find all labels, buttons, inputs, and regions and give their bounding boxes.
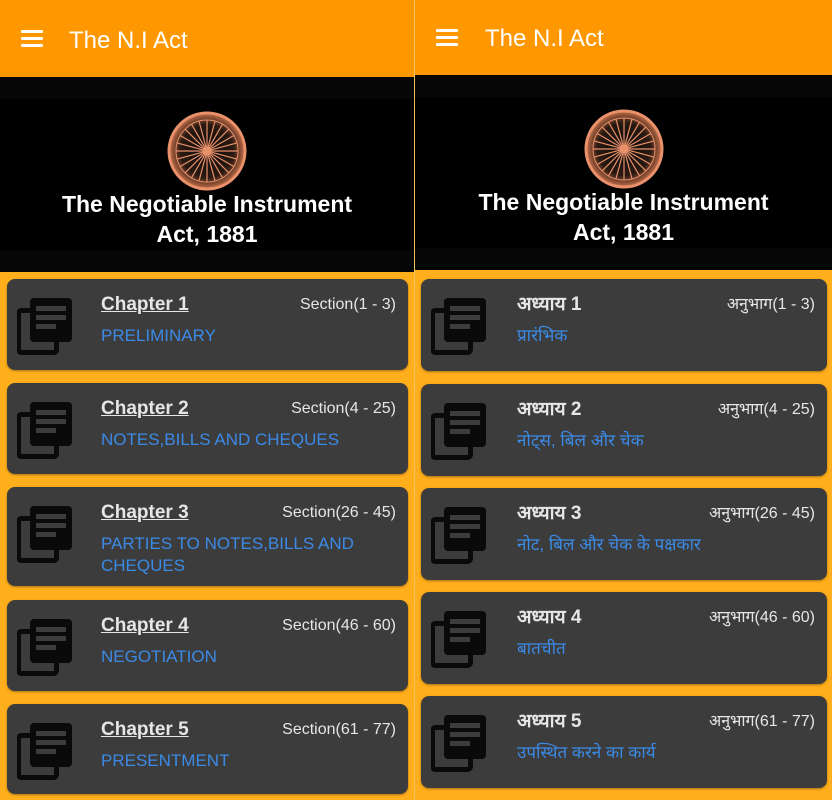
banner-strip	[0, 250, 414, 272]
section-range: अनुभाग(26 - 45)	[709, 505, 815, 522]
section-range: Section(26 - 45)	[282, 504, 396, 521]
chapter-title[interactable]: Chapter 3	[101, 501, 189, 525]
section-range: Section(46 - 60)	[282, 617, 396, 634]
chapter-description: नोट, बिल और चेक के पक्षकार	[517, 535, 701, 554]
section-range: Section(4 - 25)	[291, 400, 396, 417]
banner-strip	[415, 75, 832, 97]
library-books-icon	[17, 504, 73, 564]
chapter-title[interactable]: Chapter 2	[101, 397, 189, 421]
chapter-title[interactable]: Chapter 1	[101, 293, 189, 317]
menu-button[interactable]	[18, 26, 46, 50]
banner-title-line1: The Negotiable Instrument	[61, 191, 353, 217]
app-bar: The N.I Act	[415, 0, 832, 75]
header-banner: The Negotiable Instrument Act, 1881	[0, 77, 414, 272]
chapter-description: प्रारंभिक	[517, 326, 568, 345]
chapter-description: उपस्थित करने का कार्य	[517, 743, 656, 762]
chapter-title[interactable]: अध्याय 4	[517, 606, 581, 630]
chapter-card-2[interactable]: Chapter 2 Section(4 - 25) NOTES,BILLS AN…	[7, 383, 408, 474]
section-range: अनुभाग(46 - 60)	[709, 609, 815, 626]
chapter-description: NEGOTIATION	[101, 647, 217, 666]
chapter-title[interactable]: अध्याय 1	[517, 293, 581, 317]
banner-strip	[415, 248, 832, 270]
header-banner: The Negotiable Instrument Act, 1881	[415, 75, 832, 270]
chapter-card-3[interactable]: Chapter 3 Section(26 - 45) PARTIES TO NO…	[7, 487, 408, 586]
library-books-icon	[431, 713, 487, 773]
library-books-icon	[17, 400, 73, 460]
app-title: The N.I Act	[485, 25, 604, 52]
chapter-description: बातचीत	[517, 639, 566, 658]
section-range: अनुभाग(1 - 3)	[726, 296, 815, 313]
section-range: अनुभाग(61 - 77)	[709, 713, 815, 730]
menu-button[interactable]	[433, 25, 461, 49]
ashoka-chakra-emblem	[584, 109, 663, 189]
chapter-card-4[interactable]: अध्याय 4 अनुभाग(46 - 60) बातचीत	[421, 592, 827, 684]
chapter-description: PRELIMINARY	[101, 326, 216, 345]
screen-hindi: The N.I Act The Negotiable Instrument Ac…	[414, 0, 832, 800]
section-range: Section(1 - 3)	[299, 296, 396, 313]
library-books-icon	[17, 617, 73, 677]
chapter-description: PARTIES TO NOTES,BILLS AND CHEQUES	[101, 534, 354, 575]
chapter-card-2[interactable]: अध्याय 2 अनुभाग(4 - 25) नोट्स, बिल और चे…	[421, 384, 827, 476]
banner-title-line2: Act, 1881	[572, 219, 674, 245]
chapter-card-1[interactable]: अध्याय 1 अनुभाग(1 - 3) प्रारंभिक	[421, 279, 827, 371]
chapter-title[interactable]: Chapter 4	[101, 614, 189, 638]
ashoka-chakra-emblem	[167, 111, 247, 191]
chapter-card-3[interactable]: अध्याय 3 अनुभाग(26 - 45) नोट, बिल और चेक…	[421, 488, 827, 580]
chapter-description: नोट्स, बिल और चेक	[517, 431, 644, 450]
app-bar: The N.I Act	[0, 0, 414, 77]
library-books-icon	[17, 721, 73, 781]
library-books-icon	[431, 401, 487, 461]
chapter-card-5[interactable]: अध्याय 5 अनुभाग(61 - 77) उपस्थित करने का…	[421, 696, 827, 788]
chapter-description: PRESENTMENT	[101, 751, 230, 770]
library-books-icon	[17, 296, 73, 356]
chapter-card-5[interactable]: Chapter 5 Section(61 - 77) PRESENTMENT	[7, 704, 408, 794]
banner-strip	[0, 77, 414, 99]
chapter-description: NOTES,BILLS AND CHEQUES	[101, 430, 340, 449]
library-books-icon	[431, 296, 487, 356]
section-range: अनुभाग(4 - 25)	[717, 401, 815, 418]
library-books-icon	[431, 609, 487, 669]
chapter-title[interactable]: अध्याय 5	[517, 710, 581, 734]
chapter-card-4[interactable]: Chapter 4 Section(46 - 60) NEGOTIATION	[7, 600, 408, 691]
app-title: The N.I Act	[69, 27, 188, 54]
chapter-title[interactable]: अध्याय 2	[517, 398, 581, 422]
chapter-card-1[interactable]: Chapter 1 Section(1 - 3) PRELIMINARY	[7, 279, 408, 370]
banner-title-line1: The Negotiable Instrument	[478, 189, 769, 215]
section-range: Section(61 - 77)	[282, 721, 396, 738]
chapter-title[interactable]: Chapter 5	[101, 718, 189, 742]
screen-english: The N.I Act The Negotiable Instrument Ac…	[0, 0, 414, 800]
banner-title: The Negotiable Instrument Act, 1881	[0, 189, 414, 249]
library-books-icon	[431, 505, 487, 565]
banner-title: The Negotiable Instrument Act, 1881	[415, 187, 832, 247]
banner-title-line2: Act, 1881	[156, 221, 258, 247]
chapter-title[interactable]: अध्याय 3	[517, 502, 581, 526]
